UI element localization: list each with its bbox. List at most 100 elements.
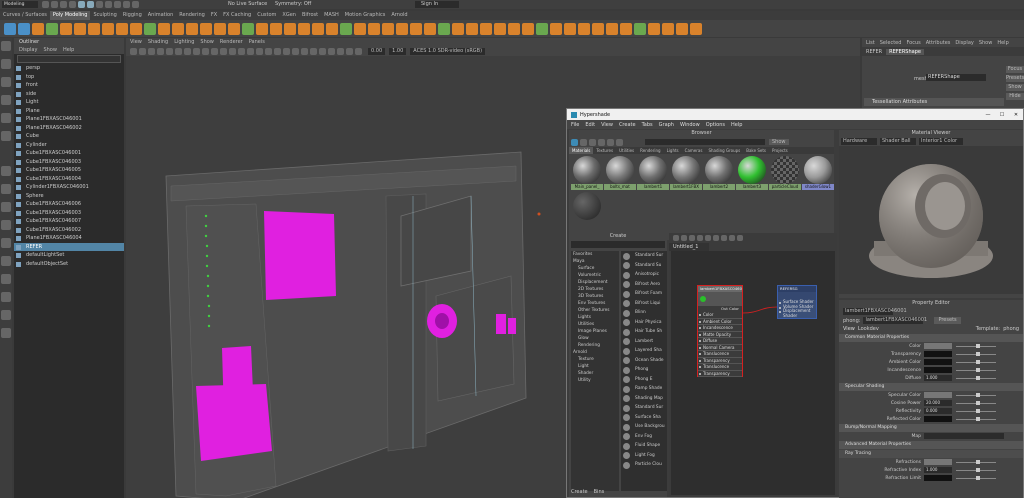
shelf-tool-icon[interactable] (60, 22, 72, 35)
hypershade-menu-item[interactable]: Options (706, 122, 725, 128)
pe-color-swatch[interactable] (924, 392, 952, 398)
viewport-tool-icon[interactable] (265, 47, 272, 55)
layout-single-icon[interactable] (1, 166, 11, 176)
layout-four-icon[interactable] (1, 184, 11, 194)
outliner-item[interactable]: defaultLightSet (14, 251, 124, 260)
pe-color-swatch[interactable] (924, 351, 952, 357)
rotate-tool-icon[interactable] (1, 113, 11, 123)
create-tree-item[interactable]: Other Textures (571, 307, 619, 314)
shelf-tab[interactable]: Custom (254, 11, 279, 20)
shelf-tab[interactable]: Bifrost (299, 11, 321, 20)
pe-slider-handle[interactable] (976, 352, 980, 356)
pe-node-name-field[interactable]: lambert1FBXASC046001 (843, 308, 907, 315)
outliner-menu-item[interactable]: Help (63, 47, 74, 53)
pe-color-swatch[interactable] (924, 359, 952, 365)
shelf-tool-icon[interactable] (438, 22, 450, 35)
create-node-item[interactable]: Particle Clou (621, 460, 667, 470)
create-tree-item[interactable]: Maya (571, 258, 619, 265)
shelf-tool-icon[interactable] (690, 22, 702, 35)
outliner-item[interactable]: Plane1FBXASC046001 (14, 115, 124, 124)
shelf-tool-icon[interactable] (88, 22, 100, 35)
pe-slider-handle[interactable] (976, 344, 980, 348)
sign-in-button[interactable]: Sign In (415, 1, 459, 8)
material-swatch[interactable]: particleCloud (769, 156, 801, 190)
material-swatch-extra[interactable] (571, 192, 603, 226)
shelf-tab[interactable]: Rendering (176, 11, 208, 20)
list-view-icon[interactable] (580, 138, 587, 146)
attr-menu-item[interactable]: List (866, 40, 875, 46)
shelf-tool-icon[interactable] (298, 22, 310, 35)
create-node-item[interactable]: Use Backgrou (621, 422, 667, 432)
browser-tab[interactable]: Shading Groups (705, 147, 743, 154)
pe-bump-field[interactable] (924, 433, 1004, 439)
shelf-tool-icon[interactable] (676, 22, 688, 35)
shader-ball-preview[interactable] (839, 146, 1023, 294)
pe-slider-handle[interactable] (976, 368, 980, 372)
pe-presets-button[interactable]: Presets (934, 317, 961, 324)
create-node-item[interactable]: Anisotropic (621, 270, 667, 280)
attr-tab-refer[interactable]: REFER (866, 49, 882, 55)
pe-slider-handle[interactable] (976, 409, 980, 413)
create-node-item[interactable]: Fluid Shape (621, 441, 667, 451)
layout-side-icon[interactable] (1, 202, 11, 212)
outliner-item[interactable]: Cube1FBXASC046003 (14, 158, 124, 167)
maximize-icon[interactable]: ☐ (995, 112, 1009, 118)
shelf-tool-icon[interactable] (284, 22, 296, 35)
create-tree-item[interactable]: Light (571, 363, 619, 370)
viewport-tool-icon[interactable] (184, 47, 191, 55)
create-tree-item[interactable]: Texture (571, 356, 619, 363)
create-tab[interactable]: Create (571, 489, 588, 495)
create-node-item[interactable]: Phong E (621, 375, 667, 385)
shelf-tool-icon[interactable] (130, 22, 142, 35)
pe-value-field[interactable]: 0.000 (924, 408, 952, 414)
create-node-item[interactable]: Standard Sur (621, 251, 667, 261)
viewport-menu-item[interactable]: Panels (249, 39, 265, 45)
outliner-item[interactable]: Cube1FBXASC046006 (14, 200, 124, 209)
viewport-tool-icon[interactable] (166, 47, 173, 55)
viewport-tool-icon[interactable] (319, 47, 326, 55)
hypershade-menu-item[interactable]: Tabs (642, 122, 653, 128)
viewport-menu-item[interactable]: Renderer (220, 39, 243, 45)
move-tool-icon[interactable] (1, 95, 11, 105)
viewport-tool-icon[interactable] (202, 47, 209, 55)
attr-tab-refershape[interactable]: REFERShape (886, 48, 924, 55)
browser-search-input[interactable] (645, 139, 765, 145)
create-tree-item[interactable]: Rendering (571, 342, 619, 349)
create-node-item[interactable]: Standard Sur (621, 403, 667, 413)
viewport-tool-icon[interactable] (310, 47, 317, 55)
shelf-tool-icon[interactable] (74, 22, 86, 35)
hypershade-layout-icon[interactable] (1, 256, 11, 266)
viewport-tool-icon[interactable] (256, 47, 263, 55)
viewport-tool-icon[interactable] (193, 47, 200, 55)
viewport-menu-item[interactable]: Show (200, 39, 214, 45)
create-tree-item[interactable]: Lights (571, 314, 619, 321)
shelf-tool-icon[interactable] (102, 22, 114, 35)
viewport-tool-icon[interactable] (292, 47, 299, 55)
outliner-item[interactable]: Cylinder1FBXASC046001 (14, 183, 124, 192)
pe-slider-handle[interactable] (976, 360, 980, 364)
hypershade-menu-item[interactable]: Edit (585, 122, 595, 128)
grid-view-icon[interactable] (571, 138, 578, 146)
shelf-tool-icon[interactable] (634, 22, 646, 35)
viewport-tool-icon[interactable] (337, 47, 344, 55)
pin-icon[interactable] (616, 138, 623, 146)
shelf-tool-icon[interactable] (592, 22, 604, 35)
shelf-tool-icon[interactable] (354, 22, 366, 35)
shelf-tab[interactable]: Arnold (388, 11, 410, 20)
viewport-tool-icon[interactable] (301, 47, 308, 55)
viewport-tool-icon[interactable] (355, 47, 362, 55)
shelf-tool-icon[interactable] (32, 22, 44, 35)
shelf-tool-icon[interactable] (382, 22, 394, 35)
outliner-item[interactable]: REFER (14, 242, 124, 251)
shelf-tool-icon[interactable] (550, 22, 562, 35)
create-node-item[interactable]: Layered Sha (621, 346, 667, 356)
create-tree-item[interactable]: Utility (571, 377, 619, 384)
shelf-tool-icon[interactable] (312, 22, 324, 35)
attr-menu-item[interactable]: Show (979, 40, 993, 46)
pe-slider-handle[interactable] (976, 393, 980, 397)
shelf-tool-icon[interactable] (172, 22, 184, 35)
attr-section-tessellation[interactable]: Tessellation Attributes (864, 98, 1004, 106)
shelf-tool-icon[interactable] (452, 22, 464, 35)
shelf-tool-icon[interactable] (648, 22, 660, 35)
outliner-item[interactable]: Plane1FBXASC046002 (14, 124, 124, 133)
